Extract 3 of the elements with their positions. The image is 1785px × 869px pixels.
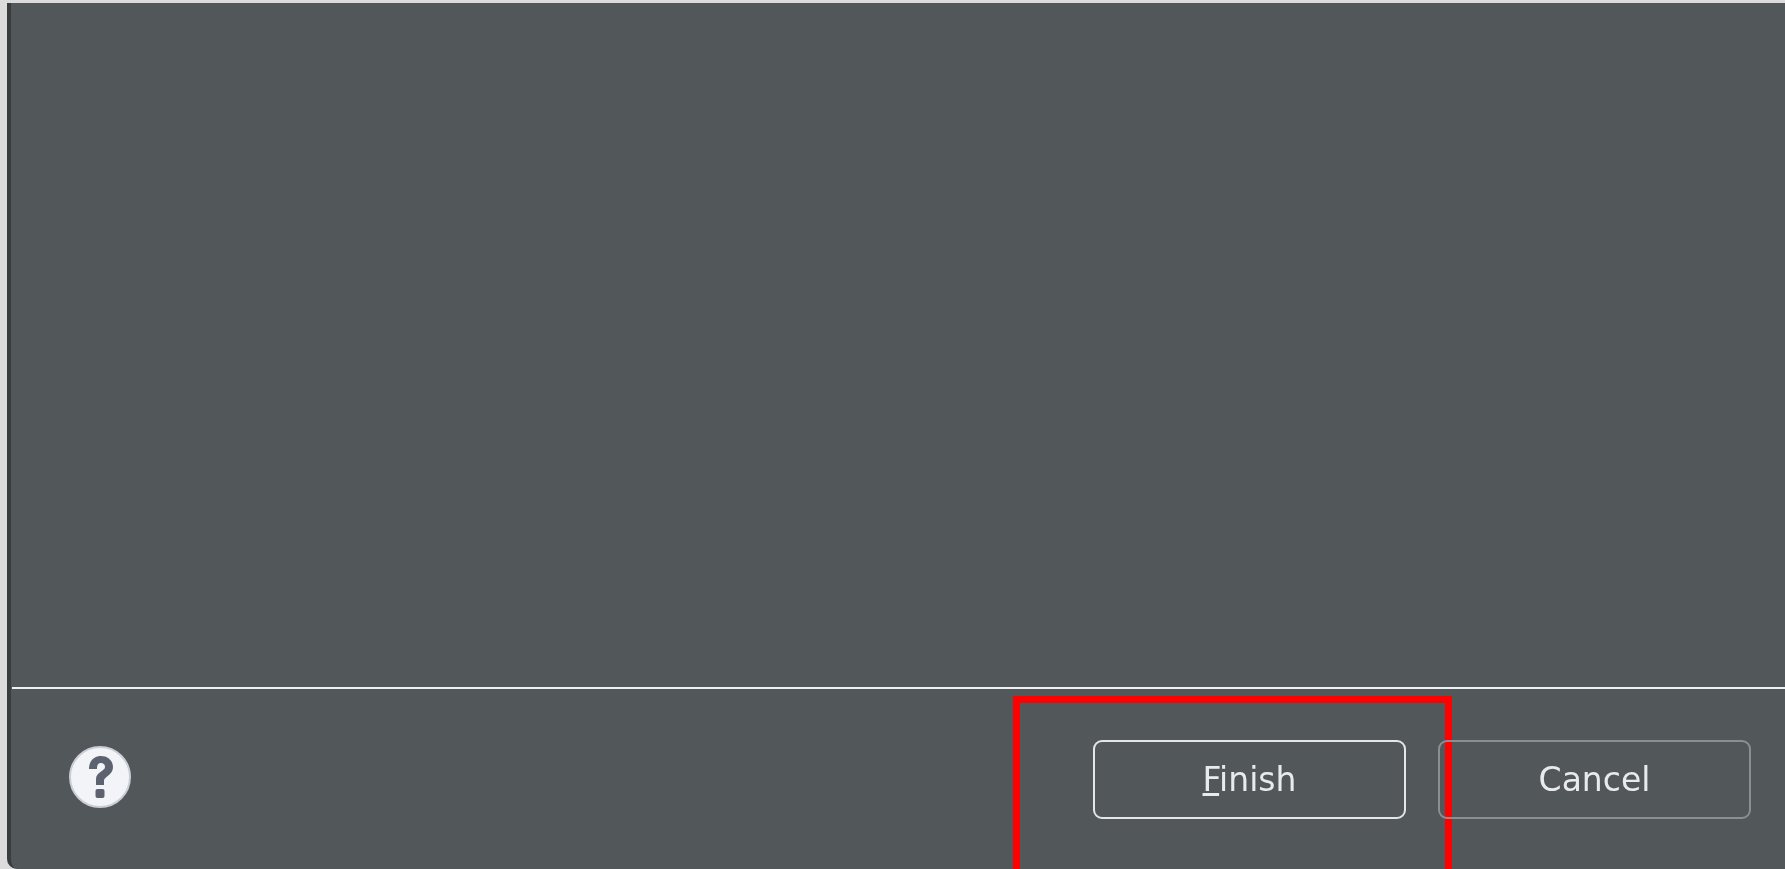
finish-button[interactable]: Finish <box>1093 740 1406 819</box>
cancel-button[interactable]: Cancel <box>1438 740 1751 819</box>
help-icon[interactable] <box>68 745 132 809</box>
